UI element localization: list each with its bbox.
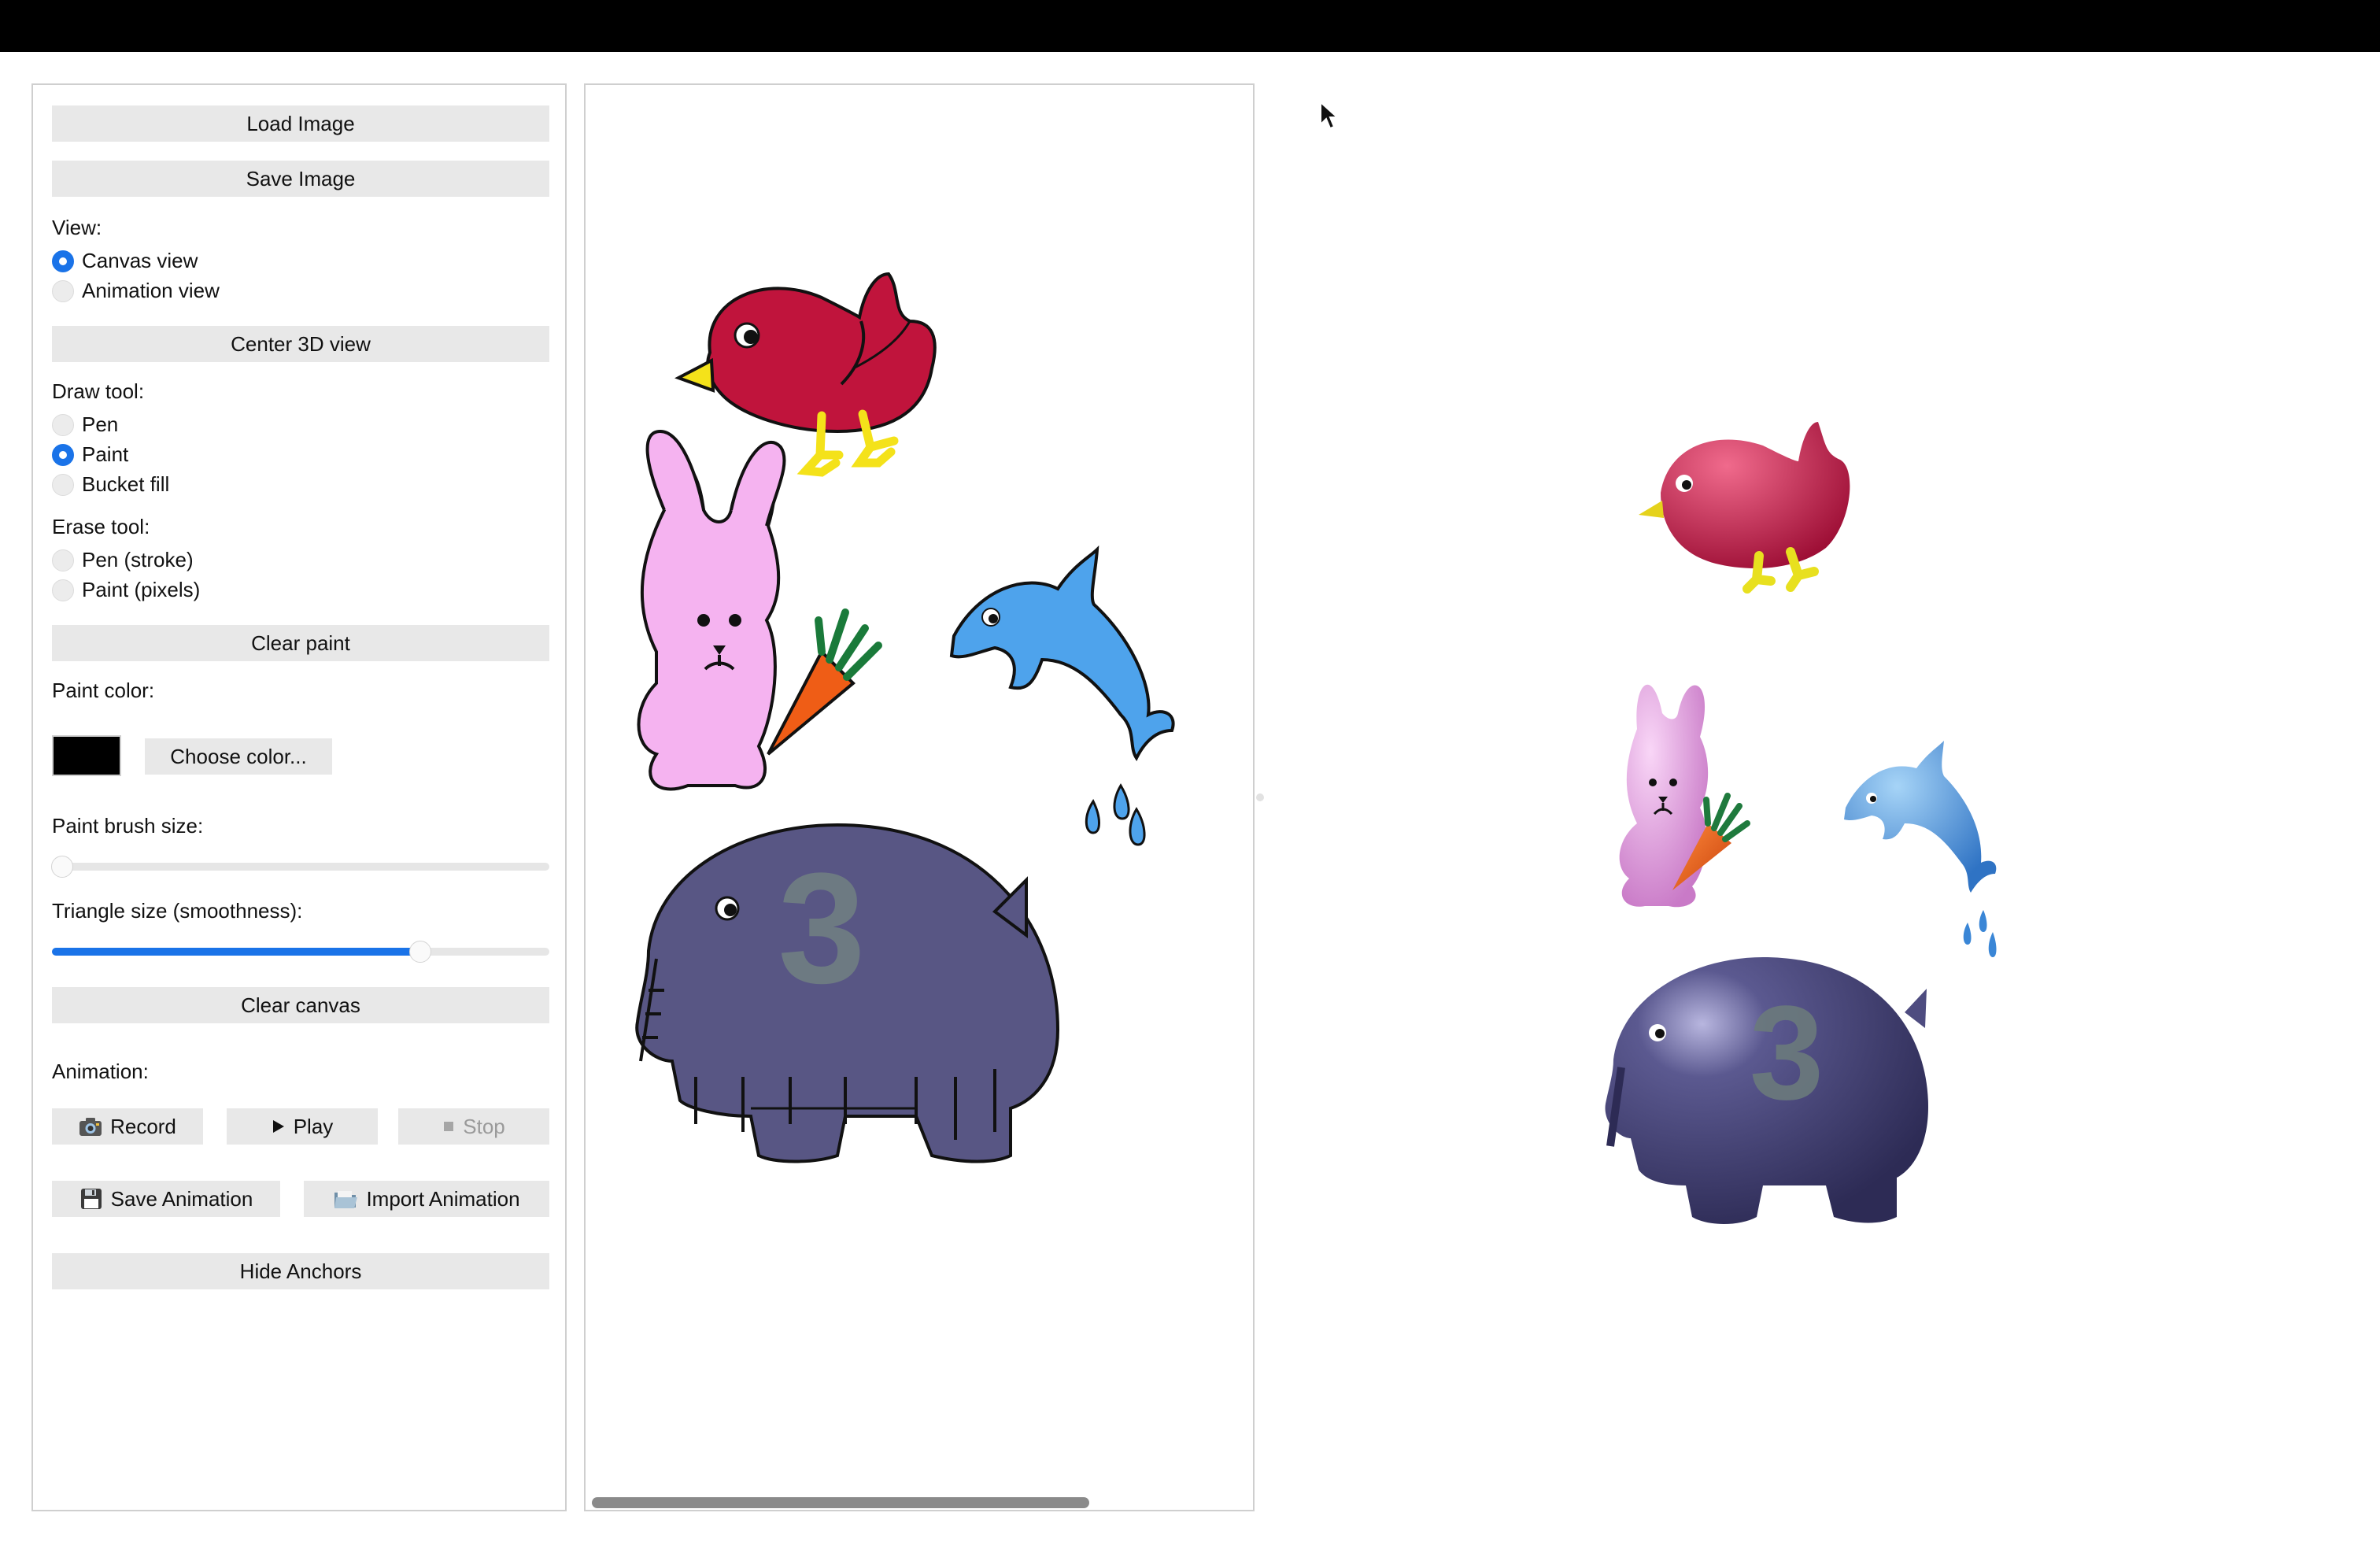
paint-color-swatch[interactable]	[52, 735, 121, 776]
elephant-3d-number: 3	[1750, 978, 1824, 1128]
animation-label: Animation:	[52, 1060, 149, 1083]
brush-size-slider-thumb[interactable]	[50, 856, 73, 878]
play-icon	[272, 1120, 284, 1133]
radio-pen-label: Pen	[82, 412, 119, 436]
horizontal-scrollbar[interactable]	[592, 1497, 1089, 1508]
load-image-button[interactable]: Load Image	[52, 105, 549, 142]
play-button[interactable]: Play	[227, 1108, 378, 1145]
triangle-size-slider[interactable]	[52, 941, 549, 963]
radio-button[interactable]	[52, 473, 74, 496]
center-3d-view-label: Center 3D view	[231, 331, 371, 356]
brush-size-slider[interactable]	[50, 856, 549, 878]
folder-icon	[334, 1191, 358, 1208]
clear-canvas-label: Clear canvas	[241, 993, 360, 1017]
save-animation-button[interactable]: Save Animation	[52, 1181, 280, 1217]
save-image-button[interactable]: Save Image	[52, 161, 549, 197]
triangle-size-slider-thumb[interactable]	[408, 941, 431, 963]
radio-paint[interactable]: Paint	[52, 442, 128, 467]
radio-canvas-view[interactable]: Canvas view	[52, 249, 198, 273]
stop-button[interactable]: Stop	[398, 1108, 549, 1145]
panel-splitter-handle[interactable]	[1256, 793, 1264, 801]
radio-paint-pixels-label: Paint (pixels)	[82, 578, 201, 601]
save-image-label: Save Image	[246, 166, 356, 190]
erase-tool-label: Erase tool:	[52, 515, 150, 538]
stop-icon	[444, 1122, 454, 1131]
radio-paint-pixels[interactable]: Paint (pixels)	[52, 578, 200, 602]
import-animation-button[interactable]: Import Animation	[304, 1181, 549, 1217]
carrot-drawing	[767, 608, 882, 756]
drawing-canvas[interactable]: 3	[584, 83, 1255, 1511]
radio-pen-stroke-label: Pen (stroke)	[82, 548, 194, 571]
record-label: Record	[110, 1114, 176, 1138]
radio-animation-view[interactable]: Animation view	[52, 279, 220, 303]
choose-color-button[interactable]: Choose color...	[145, 738, 332, 775]
radio-pen-stroke[interactable]: Pen (stroke)	[52, 548, 194, 572]
center-3d-view-button[interactable]: Center 3D view	[52, 326, 549, 362]
3d-scene: 3	[1605, 422, 1997, 1224]
top-bar	[0, 0, 2380, 52]
floppy-disk-icon	[80, 1189, 102, 1209]
rabbit-drawing	[637, 429, 786, 791]
radio-button-checked[interactable]	[52, 250, 74, 272]
3d-view[interactable]: 3	[1275, 83, 2361, 1511]
save-animation-label: Save Animation	[110, 1186, 253, 1211]
radio-bucket-fill-label: Bucket fill	[82, 472, 170, 496]
clear-paint-button[interactable]: Clear paint	[52, 625, 549, 661]
play-label: Play	[293, 1114, 334, 1138]
paint-color-label: Paint color:	[52, 679, 155, 702]
radio-button[interactable]	[52, 413, 74, 436]
radio-pen[interactable]: Pen	[52, 412, 118, 437]
mouse-cursor-icon	[1320, 101, 1340, 130]
clear-paint-label: Clear paint	[251, 631, 350, 655]
radio-animation-view-label: Animation view	[82, 279, 220, 302]
bird-drawing	[674, 272, 937, 477]
draw-tool-label: Draw tool:	[52, 379, 145, 403]
hide-anchors-label: Hide Anchors	[239, 1259, 362, 1283]
stop-label: Stop	[463, 1114, 505, 1138]
radio-bucket-fill[interactable]: Bucket fill	[52, 472, 169, 497]
rabbit-3d	[1619, 684, 1750, 908]
control-panel: Load Image Save Image View: Canvas view …	[31, 83, 567, 1511]
brush-size-label: Paint brush size:	[52, 814, 204, 838]
import-animation-label: Import Animation	[366, 1186, 520, 1211]
radio-button-checked[interactable]	[52, 443, 74, 466]
radio-button[interactable]	[52, 279, 74, 302]
bird-3d	[1639, 422, 1850, 594]
camera-icon	[79, 1118, 102, 1136]
dolphin-3d	[1844, 741, 1997, 957]
radio-canvas-view-label: Canvas view	[82, 249, 198, 272]
view-label: View:	[52, 216, 102, 239]
radio-button[interactable]	[52, 579, 74, 601]
load-image-label: Load Image	[246, 111, 355, 135]
triangle-size-label: Triangle size (smoothness):	[52, 899, 303, 923]
record-button[interactable]: Record	[52, 1108, 203, 1145]
elephant-3d: 3	[1605, 957, 1928, 1224]
clear-canvas-button[interactable]: Clear canvas	[52, 987, 549, 1023]
elephant-number: 3	[778, 841, 865, 1016]
radio-button[interactable]	[52, 549, 74, 571]
dolphin-drawing	[949, 545, 1175, 846]
elephant-drawing: 3	[635, 823, 1060, 1163]
canvas-drawing: 3	[635, 272, 1175, 1163]
hide-anchors-button[interactable]: Hide Anchors	[52, 1253, 549, 1289]
choose-color-label: Choose color...	[170, 744, 307, 768]
radio-paint-label: Paint	[82, 442, 129, 466]
triangle-size-slider-fill	[52, 948, 420, 956]
